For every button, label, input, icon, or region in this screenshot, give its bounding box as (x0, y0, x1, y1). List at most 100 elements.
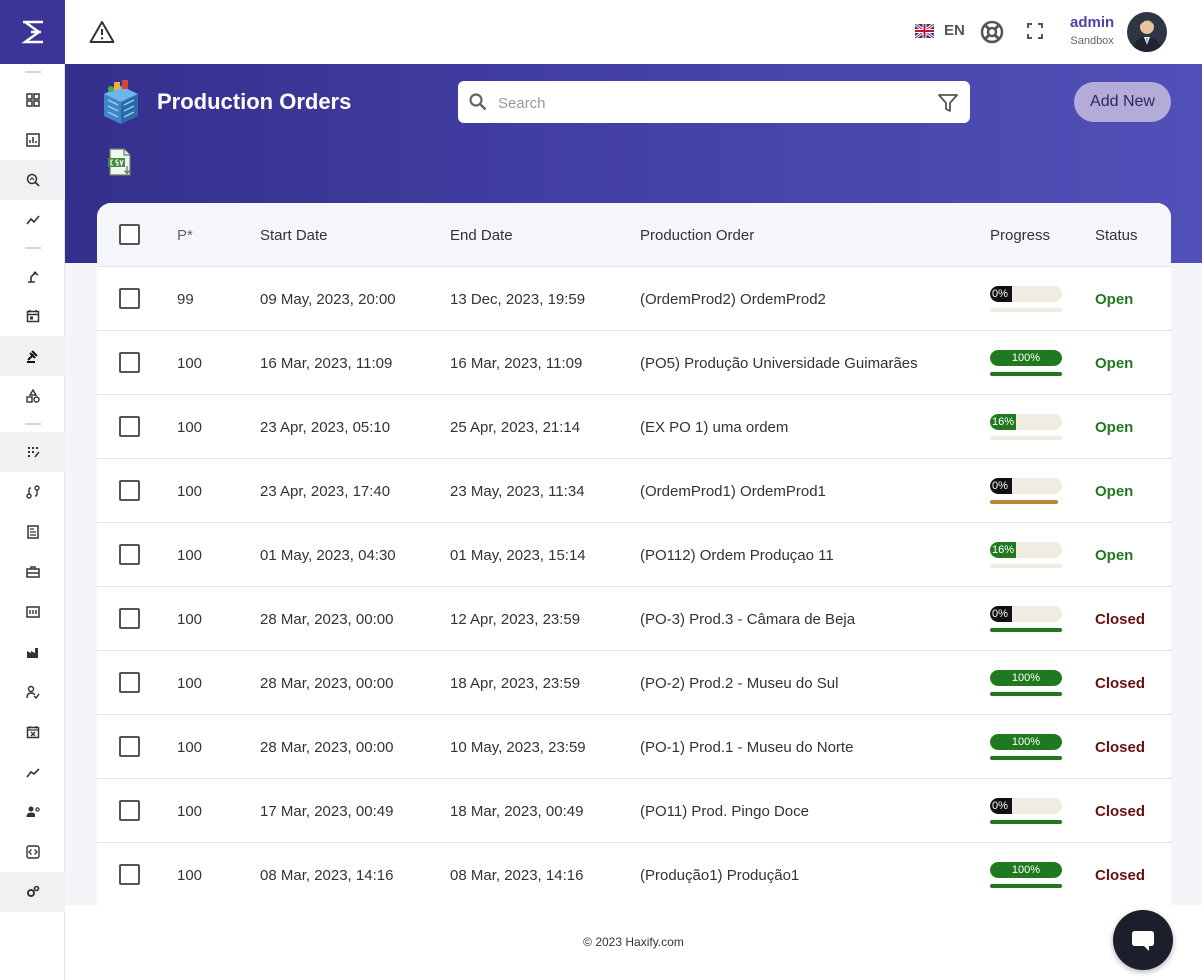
csv-export-icon[interactable] (107, 148, 133, 176)
add-new-button[interactable]: Add New (1074, 82, 1171, 122)
sidebar-item-approvals[interactable] (0, 672, 65, 712)
app-logo[interactable] (0, 0, 65, 64)
route-icon (25, 485, 40, 499)
progress-label: 100% (1011, 864, 1041, 876)
row-checkbox[interactable] (119, 608, 140, 629)
sidebar-item-items[interactable] (0, 376, 65, 416)
sidebar-item-users[interactable] (0, 792, 65, 832)
gears-icon (26, 885, 39, 897)
robot-arm-icon (27, 271, 38, 283)
sidebar-item-dashboard[interactable] (0, 80, 65, 120)
row-start-date: 08 Mar, 2023, 14:16 (260, 867, 394, 884)
factory-icon (26, 648, 38, 658)
user-environment: Sandbox (1070, 35, 1114, 47)
row-checkbox[interactable] (119, 352, 140, 373)
user-menu[interactable]: admin Sandbox (1070, 14, 1114, 47)
sidebar-item-documents[interactable] (0, 512, 65, 552)
column-header-end-date[interactable]: End Date (450, 227, 513, 244)
sidebar-item-routes[interactable] (0, 472, 65, 512)
row-checkbox[interactable] (119, 864, 140, 885)
dashboard-icon (25, 93, 40, 107)
row-production-order[interactable]: (EX PO 1) uma ordem (640, 419, 788, 436)
row-priority: 100 (177, 355, 203, 372)
column-header-priority[interactable]: P* (177, 227, 193, 244)
table-row[interactable]: 100 28 Mar, 2023, 00:00 10 May, 2023, 23… (97, 715, 1171, 779)
row-checkbox[interactable] (119, 672, 140, 693)
row-production-order[interactable]: (PO112) Ordem Produçao 11 (640, 547, 834, 564)
row-production-order[interactable]: (PO-1) Prod.1 - Museu do Norte (640, 739, 853, 756)
help-lifebuoy-icon[interactable] (980, 20, 1004, 44)
language-selector[interactable]: EN (915, 22, 965, 39)
top-bar: EN admin Sandbox (65, 0, 1202, 64)
column-header-start-date[interactable]: Start Date (260, 227, 328, 244)
sidebar-item-robotics[interactable] (0, 256, 65, 296)
sidebar-item-analysis[interactable] (0, 160, 65, 200)
fullscreen-icon[interactable] (1027, 23, 1043, 39)
progress-bar: 100% (990, 734, 1062, 750)
row-production-order[interactable]: (OrdemProd2) OrdemProd2 (640, 291, 826, 308)
sidebar-item-tickets[interactable] (0, 592, 65, 632)
progress-underline (990, 564, 1062, 568)
sidebar-item-integrations[interactable] (0, 832, 65, 872)
sidebar-item-schedule[interactable] (0, 712, 65, 752)
sidebar-item-production[interactable] (0, 336, 65, 376)
row-production-order[interactable]: (Produção1) Produção1 (640, 867, 799, 884)
progress-underline (990, 308, 1062, 312)
select-all-checkbox[interactable] (119, 224, 140, 245)
row-production-order[interactable]: (PO-2) Prod.2 - Museu do Sul (640, 675, 838, 692)
table-row[interactable]: 100 23 Apr, 2023, 05:10 25 Apr, 2023, 21… (97, 395, 1171, 459)
chat-button[interactable] (1113, 910, 1173, 970)
row-start-date: 09 May, 2023, 20:00 (260, 291, 396, 308)
progress-bar: 100% (990, 670, 1062, 686)
sidebar-item-factory[interactable] (0, 632, 65, 672)
sidebar-item-calendar[interactable] (0, 296, 65, 336)
filter-icon[interactable] (938, 93, 958, 113)
user-name: admin (1070, 14, 1115, 31)
sidebar-item-grid[interactable] (0, 432, 65, 472)
row-progress: 16% (990, 414, 1062, 440)
row-production-order[interactable]: (PO11) Prod. Pingo Doce (640, 803, 809, 820)
search-icon (469, 93, 487, 111)
sidebar-item-reports[interactable] (0, 120, 65, 160)
warning-icon[interactable] (89, 20, 115, 44)
table-row[interactable]: 100 23 Apr, 2023, 17:40 23 May, 2023, 11… (97, 459, 1171, 523)
row-checkbox[interactable] (119, 416, 140, 437)
row-checkbox[interactable] (119, 288, 140, 309)
line-chart-icon (25, 768, 40, 778)
table-row[interactable]: 100 01 May, 2023, 04:30 01 May, 2023, 15… (97, 523, 1171, 587)
search-bar (458, 81, 970, 123)
row-status-badge: Closed (1095, 739, 1146, 756)
trend-icon (25, 215, 40, 225)
row-priority: 99 (177, 291, 194, 308)
row-end-date: 23 May, 2023, 11:34 (450, 483, 585, 500)
row-checkbox[interactable] (119, 800, 140, 821)
uk-flag-icon (915, 23, 934, 38)
sidebar-item-toolbox[interactable] (0, 552, 65, 592)
row-production-order[interactable]: (PO5) Produção Universidade Guimarães (640, 355, 918, 372)
row-end-date: 08 Mar, 2023, 14:16 (450, 867, 584, 884)
sidebar-item-statistics[interactable] (0, 752, 65, 792)
row-checkbox[interactable] (119, 480, 140, 501)
sidebar-item-settings[interactable] (0, 872, 65, 912)
table-row[interactable]: 100 17 Mar, 2023, 00:49 18 Mar, 2023, 00… (97, 779, 1171, 843)
table-row[interactable]: 100 28 Mar, 2023, 00:00 18 Apr, 2023, 23… (97, 651, 1171, 715)
table-row[interactable]: 99 09 May, 2023, 20:00 13 Dec, 2023, 19:… (97, 267, 1171, 331)
row-production-order[interactable]: (PO-3) Prod.3 - Câmara de Beja (640, 611, 855, 628)
row-checkbox[interactable] (119, 544, 140, 565)
report-icon (25, 133, 40, 147)
row-checkbox[interactable] (119, 736, 140, 757)
column-header-progress[interactable]: Progress (990, 227, 1050, 244)
row-status-badge: Open (1095, 355, 1134, 372)
column-header-status[interactable]: Status (1095, 227, 1138, 244)
row-progress: 0% (990, 798, 1062, 824)
row-production-order[interactable]: (OrdemProd1) OrdemProd1 (640, 483, 826, 500)
table-row[interactable]: 100 16 Mar, 2023, 11:09 16 Mar, 2023, 11… (97, 331, 1171, 395)
table-row[interactable]: 100 28 Mar, 2023, 00:00 12 Apr, 2023, 23… (97, 587, 1171, 651)
table-row[interactable]: 100 08 Mar, 2023, 14:16 08 Mar, 2023, 14… (97, 843, 1171, 905)
column-header-production-order[interactable]: Production Order (640, 227, 754, 244)
row-end-date: 10 May, 2023, 23:59 (450, 739, 586, 756)
sidebar-item-trends[interactable] (0, 200, 65, 240)
search-input[interactable] (498, 90, 918, 116)
avatar[interactable] (1127, 12, 1167, 52)
row-start-date: 23 Apr, 2023, 05:10 (260, 419, 391, 436)
